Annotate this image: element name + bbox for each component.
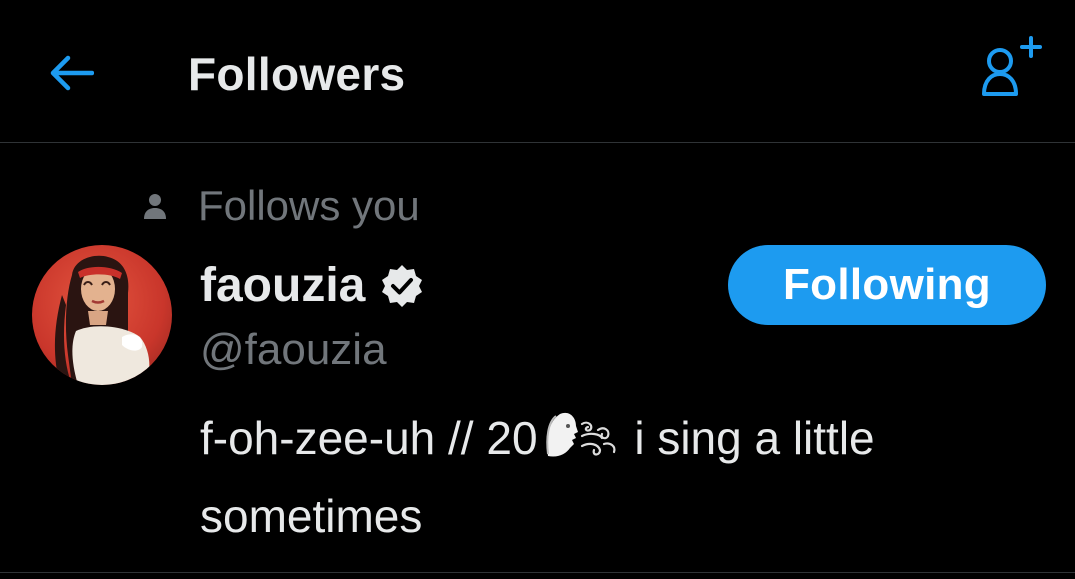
following-button[interactable]: Following bbox=[728, 245, 1046, 325]
display-name-row[interactable]: faouzia bbox=[200, 256, 425, 316]
divider bbox=[0, 572, 1075, 573]
back-button[interactable] bbox=[44, 48, 98, 98]
arrow-left-icon bbox=[50, 55, 94, 91]
top-app-bar: Followers bbox=[0, 0, 1075, 143]
user-bio: f-oh-zee-uh // 20 i sing a little someti… bbox=[200, 402, 1020, 552]
page-title: Followers bbox=[188, 48, 406, 100]
bio-text-start: f-oh-zee-uh // 20 bbox=[200, 412, 538, 464]
display-name: faouzia bbox=[200, 259, 366, 312]
person-plus-icon bbox=[982, 36, 1042, 96]
avatar[interactable] bbox=[32, 245, 172, 385]
follows-you-label: Follows you bbox=[198, 182, 420, 229]
add-user-button[interactable] bbox=[976, 34, 1048, 100]
verified-badge-icon bbox=[382, 265, 423, 307]
user-handle[interactable]: @faouzia bbox=[200, 320, 387, 380]
person-icon bbox=[140, 191, 170, 221]
face-blowing-wind-emoji bbox=[542, 408, 620, 480]
follows-you-indicator: Follows you bbox=[140, 178, 420, 234]
